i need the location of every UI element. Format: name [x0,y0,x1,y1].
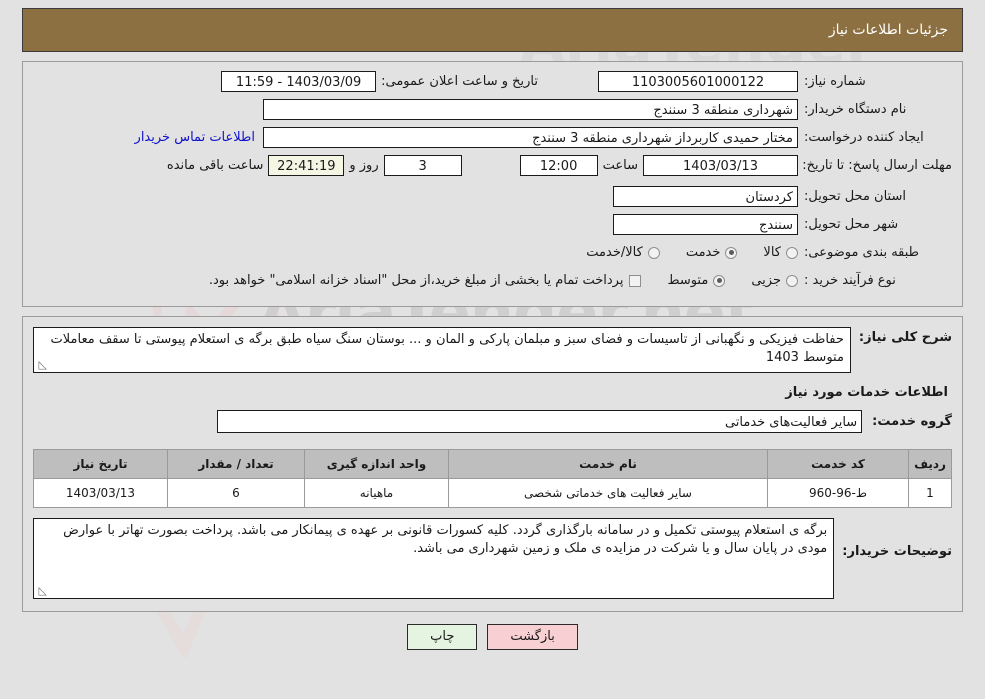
page-title: جزئیات اطلاعات نیاز [828,22,948,38]
city-label: شهر محل تحویل: [804,217,899,232]
province-value: کردستان [613,186,798,207]
row-buyer-org: نام دستگاه خریدار: شهرداری منطقه 3 سنندج [33,98,952,121]
radio-icon[interactable] [713,274,726,287]
cell-qty: 6 [167,478,305,508]
buyer-notes-text: برگه ی استعلام پیوستی تکمیل و در سامانه … [63,523,828,556]
process-label: نوع فرآیند خرید : [804,273,896,288]
buyer-notes-textarea[interactable]: برگه ی استعلام پیوستی تکمیل و در سامانه … [33,518,835,599]
th-name: نام خدمت [448,449,768,479]
need-number-value: 1103005601000122 [598,71,798,92]
remaining-hours-label: ساعت باقی مانده [166,158,264,173]
back-button[interactable]: بازگشت [487,624,578,650]
table-header-row: ردیف کد خدمت نام خدمت واحد اندازه گیری ت… [33,449,952,479]
th-row: ردیف [908,449,952,479]
row-deadline: مهلت ارسال پاسخ: تا تاریخ: 1403/03/13 سا… [33,154,952,177]
announce-datetime-label: تاریخ و ساعت اعلان عمومی: [381,74,538,89]
need-info-panel: شماره نیاز: 1103005601000122 تاریخ و ساع… [22,61,963,307]
category-radio-group: کالا خدمت کالا/خدمت [560,245,798,260]
category-option-label: کالا/خدمت [586,245,643,260]
footer-actions: بازگشت چاپ [0,624,985,650]
announce-datetime-value: 1403/03/09 - 11:59 [221,71,377,92]
summary-textarea[interactable]: حفاظت فیزیکی و نگهبانی از تاسیسات و فضای… [33,327,851,373]
category-option-khedmat[interactable]: خدمت [686,245,738,260]
summary-text: حفاظت فیزیکی و نگهبانی از تاسیسات و فضای… [50,332,844,365]
radio-icon[interactable] [786,246,798,259]
deadline-date-value: 1403/03/13 [643,155,798,176]
table-row: 1 ط-96-960 سایر فعالیت های خدماتی شخصی م… [33,478,952,508]
category-option-label: خدمت [685,245,721,260]
creator-label: ایجاد کننده درخواست: [804,130,924,145]
page-root: جزئیات اطلاعات نیاز شماره نیاز: 11030056… [0,8,985,650]
print-button[interactable]: چاپ [407,624,478,650]
category-option-kala[interactable]: کالا [763,245,798,260]
resize-grip-icon[interactable]: ◺ [37,585,47,596]
row-buyer-notes: توضیحات خریدار: برگه ی استعلام پیوستی تک… [33,518,952,599]
row-summary: شرح کلی نیاز: حفاظت فیزیکی و نگهبانی از … [33,327,952,373]
deadline-label: مهلت ارسال پاسخ: تا تاریخ: [802,158,952,173]
deadline-time-value: 12:00 [519,155,598,176]
treasury-checkbox[interactable] [629,274,642,287]
row-category: طبقه بندی موضوعی: کالا خدمت کالا/خدمت [33,241,952,264]
need-details-panel: شرح کلی نیاز: حفاظت فیزیکی و نگهبانی از … [22,316,963,612]
process-option-label: متوسط [667,273,709,288]
radio-icon[interactable] [786,274,798,287]
remaining-days-value: 3 [383,155,462,176]
services-section-title: اطلاعات خدمات مورد نیاز [785,385,948,400]
cell-date: 1403/03/13 [33,478,168,508]
th-qty: تعداد / مقدار [167,449,305,479]
radio-icon[interactable] [725,246,738,259]
summary-label: شرح کلی نیاز: [858,330,952,345]
buyer-notes-label: توضیحات خریدار: [842,544,952,559]
category-option-label: کالا [763,245,781,260]
row-process-type: نوع فرآیند خرید : جزیی متوسط پرداخت تمام… [33,269,952,292]
page-header: جزئیات اطلاعات نیاز [22,8,963,52]
category-option-kala-khedmat[interactable]: کالا/خدمت [586,245,660,260]
resize-grip-icon[interactable]: ◺ [37,359,47,370]
cell-name: سایر فعالیت های خدماتی شخصی [448,478,768,508]
th-code: کد خدمت [767,449,909,479]
row-province: استان محل تحویل: کردستان [33,185,952,208]
buyer-org-value: شهرداری منطقه 3 سنندج [263,99,798,120]
creator-value: مختار حمیدی کاربرداز شهرداری منطقه 3 سنن… [263,127,798,148]
buyer-org-label: نام دستگاه خریدار: [804,102,907,117]
buyer-contact-link[interactable]: اطلاعات تماس خریدار [135,130,263,145]
process-option-motavaset[interactable]: متوسط [667,273,726,288]
category-label: طبقه بندی موضوعی: [804,245,920,260]
th-unit: واحد اندازه گیری [304,449,449,479]
process-option-jozii[interactable]: جزیی [751,273,798,288]
service-group-value: سایر فعالیت‌های خدماتی [217,410,863,433]
row-creator: ایجاد کننده درخواست: مختار حمیدی کاربردا… [33,126,952,149]
row-city: شهر محل تحویل: سنندج [33,213,952,236]
days-label: روز و [349,158,379,173]
row-need-number: شماره نیاز: 1103005601000122 تاریخ و ساع… [33,70,952,93]
treasury-note-text: پرداخت تمام یا بخشی از مبلغ خرید،از محل … [208,273,624,288]
cell-unit: ماهیانه [304,478,449,508]
service-group-label: گروه خدمت: [872,414,952,429]
th-date: تاریخ نیاز [33,449,168,479]
process-option-label: جزیی [751,273,781,288]
need-number-label: شماره نیاز: [804,74,866,89]
row-service-group: گروه خدمت: سایر فعالیت‌های خدماتی [33,410,952,433]
city-value: سنندج [613,214,798,235]
cell-code: ط-96-960 [767,478,909,508]
radio-icon[interactable] [647,246,660,259]
cell-row: 1 [908,478,952,508]
countdown-timer-value: 22:41:19 [268,155,345,176]
process-radio-group: جزیی متوسط [641,273,798,288]
hour-label: ساعت [602,158,638,173]
province-label: استان محل تحویل: [804,189,906,204]
services-table: ردیف کد خدمت نام خدمت واحد اندازه گیری ت… [33,449,952,508]
